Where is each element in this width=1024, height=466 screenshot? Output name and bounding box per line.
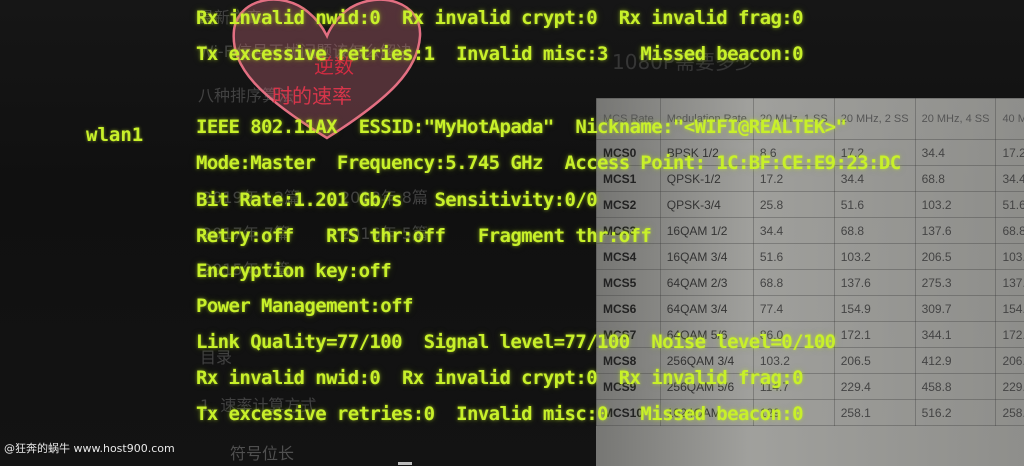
- terminal-line: Tx excessive retries:0 Invalid misc:0 Mi…: [196, 403, 804, 425]
- terminal-line: Power Management:off: [196, 295, 413, 317]
- interface-name: wlan1: [86, 124, 144, 146]
- terminal-line: IEEE 802.11AX ESSID:"MyHotApada" Nicknam…: [196, 116, 847, 138]
- terminal-line: Bit Rate:1.201 Gb/s Sensitivity:0/0: [196, 189, 598, 211]
- terminal-line: Tx excessive retries:1 Invalid misc:3 Mi…: [196, 43, 804, 65]
- terminal-line: Link Quality=77/100 Signal level=77/100 …: [196, 331, 836, 353]
- terminal-output: wlan1 Rx invalid nwid:0 Rx invalid crypt…: [0, 0, 1024, 466]
- terminal-cursor: [398, 462, 412, 465]
- watermark: @狂奔的蜗牛 www.host900.com: [4, 442, 175, 455]
- terminal-line: Rx invalid nwid:0 Rx invalid crypt:0 Rx …: [196, 7, 804, 29]
- terminal-line: Mode:Master Frequency:5.745 GHz Access P…: [196, 152, 901, 174]
- terminal-line: Encryption key:off: [196, 260, 392, 282]
- terminal-line: Rx invalid nwid:0 Rx invalid crypt:0 Rx …: [196, 367, 804, 389]
- terminal-line: Retry:off RTS thr:off Fragment thr:off: [196, 225, 652, 247]
- photo-of-terminal-screen: 最新文章 Wi-Fi信号干扰问题该怎么解决 八种排序算法 1080P需要多少 2…: [0, 0, 1024, 466]
